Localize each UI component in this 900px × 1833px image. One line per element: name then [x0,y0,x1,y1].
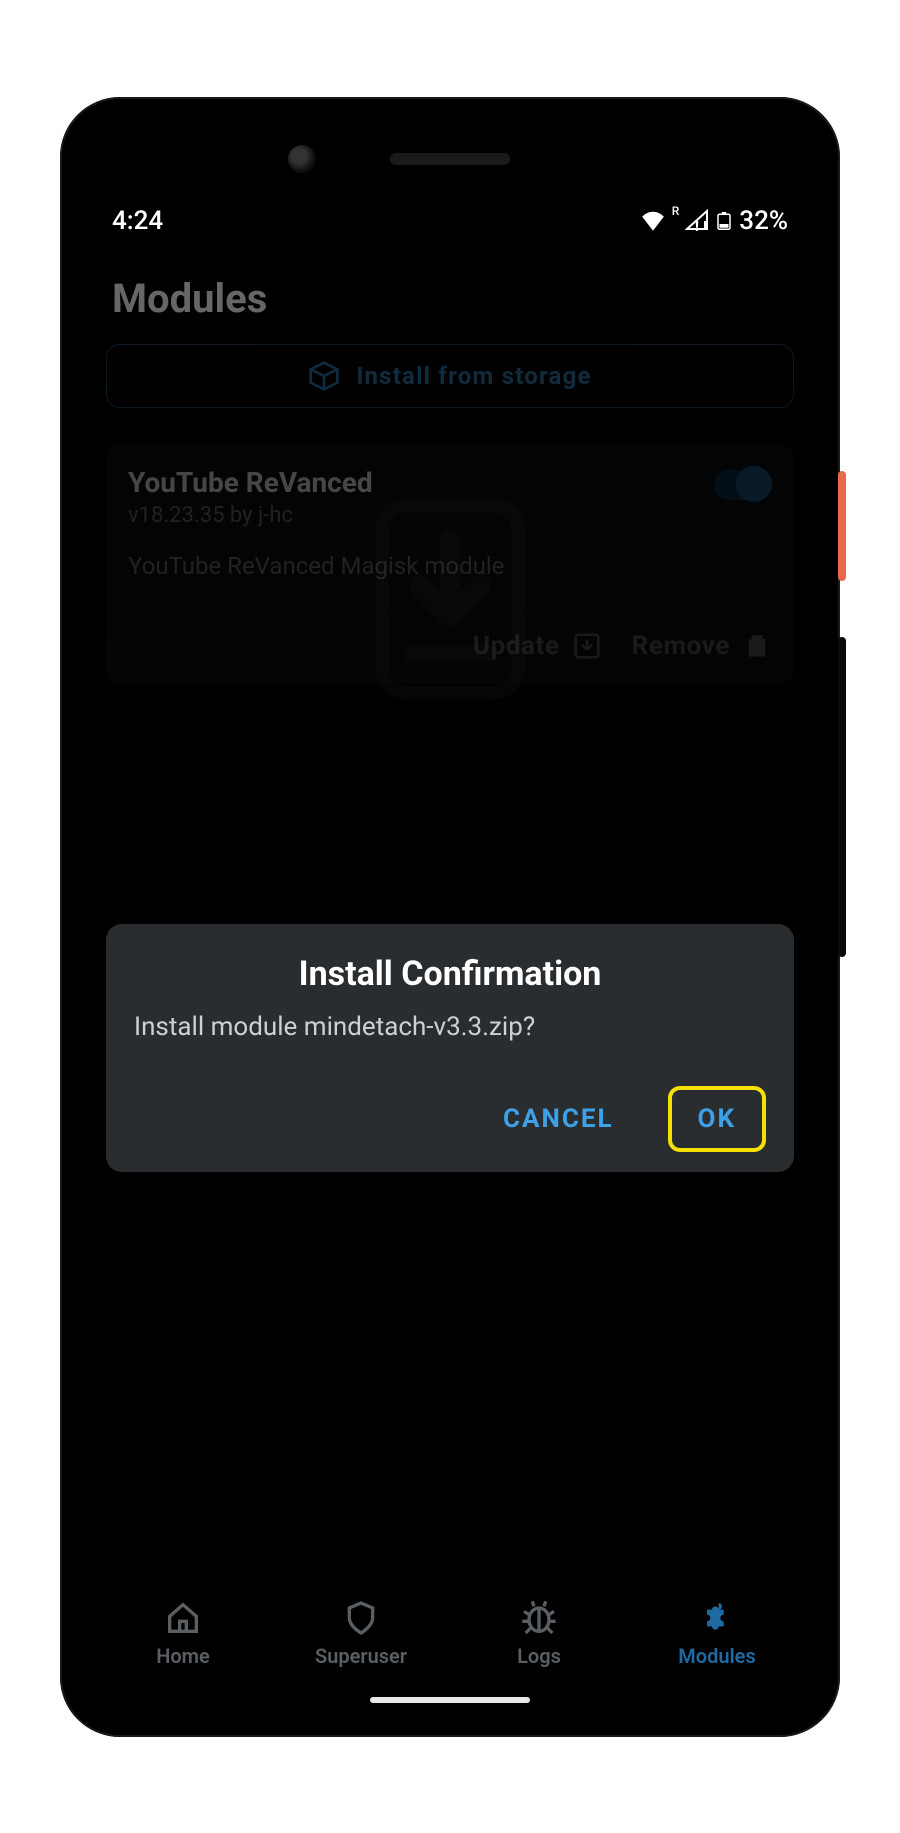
speaker-grille [390,153,510,165]
module-subtitle: v18.23.35 by j-hc [128,503,373,528]
svg-text:!: ! [695,219,699,233]
dialog-title: Install Confirmation [134,954,766,994]
download-icon [572,631,602,661]
shield-icon [341,1598,381,1638]
install-confirmation-dialog: Install Confirmation Install module mind… [106,924,794,1172]
roaming-indicator: R [672,204,680,218]
nav-logs-label: Logs [517,1644,561,1668]
clock: 4:24 [112,206,163,236]
dialog-actions: CANCEL OK [134,1086,766,1152]
power-button [838,471,846,581]
bug-icon [519,1598,559,1638]
download-background-icon [365,494,535,704]
nav-superuser[interactable]: Superuser [272,1598,450,1668]
remove-label: Remove [632,631,730,661]
nav-home[interactable]: Home [94,1598,272,1668]
wifi-icon [640,208,666,234]
puzzle-icon [697,1598,737,1638]
bottom-nav: Home Superuser Logs Modules [84,1577,816,1713]
content-area: Install from storage YouTube ReVanced v1… [84,344,816,1577]
module-title: YouTube ReVanced [128,466,373,499]
ok-button[interactable]: OK [668,1086,766,1152]
page-title: Modules [112,275,788,322]
box-icon [308,360,340,392]
volume-button [838,637,846,957]
nav-logs[interactable]: Logs [450,1598,628,1668]
signal-icon: ! [685,209,709,233]
phone-frame: 4:24 R ! 32% Modules [60,97,840,1737]
home-icon [163,1598,203,1638]
install-from-storage-button[interactable]: Install from storage [106,344,794,408]
install-button-label: Install from storage [356,362,591,390]
battery-percent: 32% [739,206,788,236]
status-right: R ! 32% [640,206,788,236]
page-header: Modules [84,249,816,344]
nav-modules-label: Modules [678,1644,755,1668]
screen: 4:24 R ! 32% Modules [84,193,816,1713]
nav-modules[interactable]: Modules [628,1598,806,1668]
home-indicator [370,1697,530,1703]
nav-home-label: Home [156,1644,210,1668]
cancel-button[interactable]: CANCEL [477,1090,640,1148]
remove-button[interactable]: Remove [632,631,772,661]
trash-icon [742,631,772,661]
front-camera [288,145,316,173]
dialog-message: Install module mindetach-v3.3.zip? [134,1012,766,1042]
module-toggle[interactable] [714,470,772,500]
status-bar: 4:24 R ! 32% [84,193,816,249]
nav-superuser-label: Superuser [315,1644,407,1668]
battery-icon [715,207,733,235]
